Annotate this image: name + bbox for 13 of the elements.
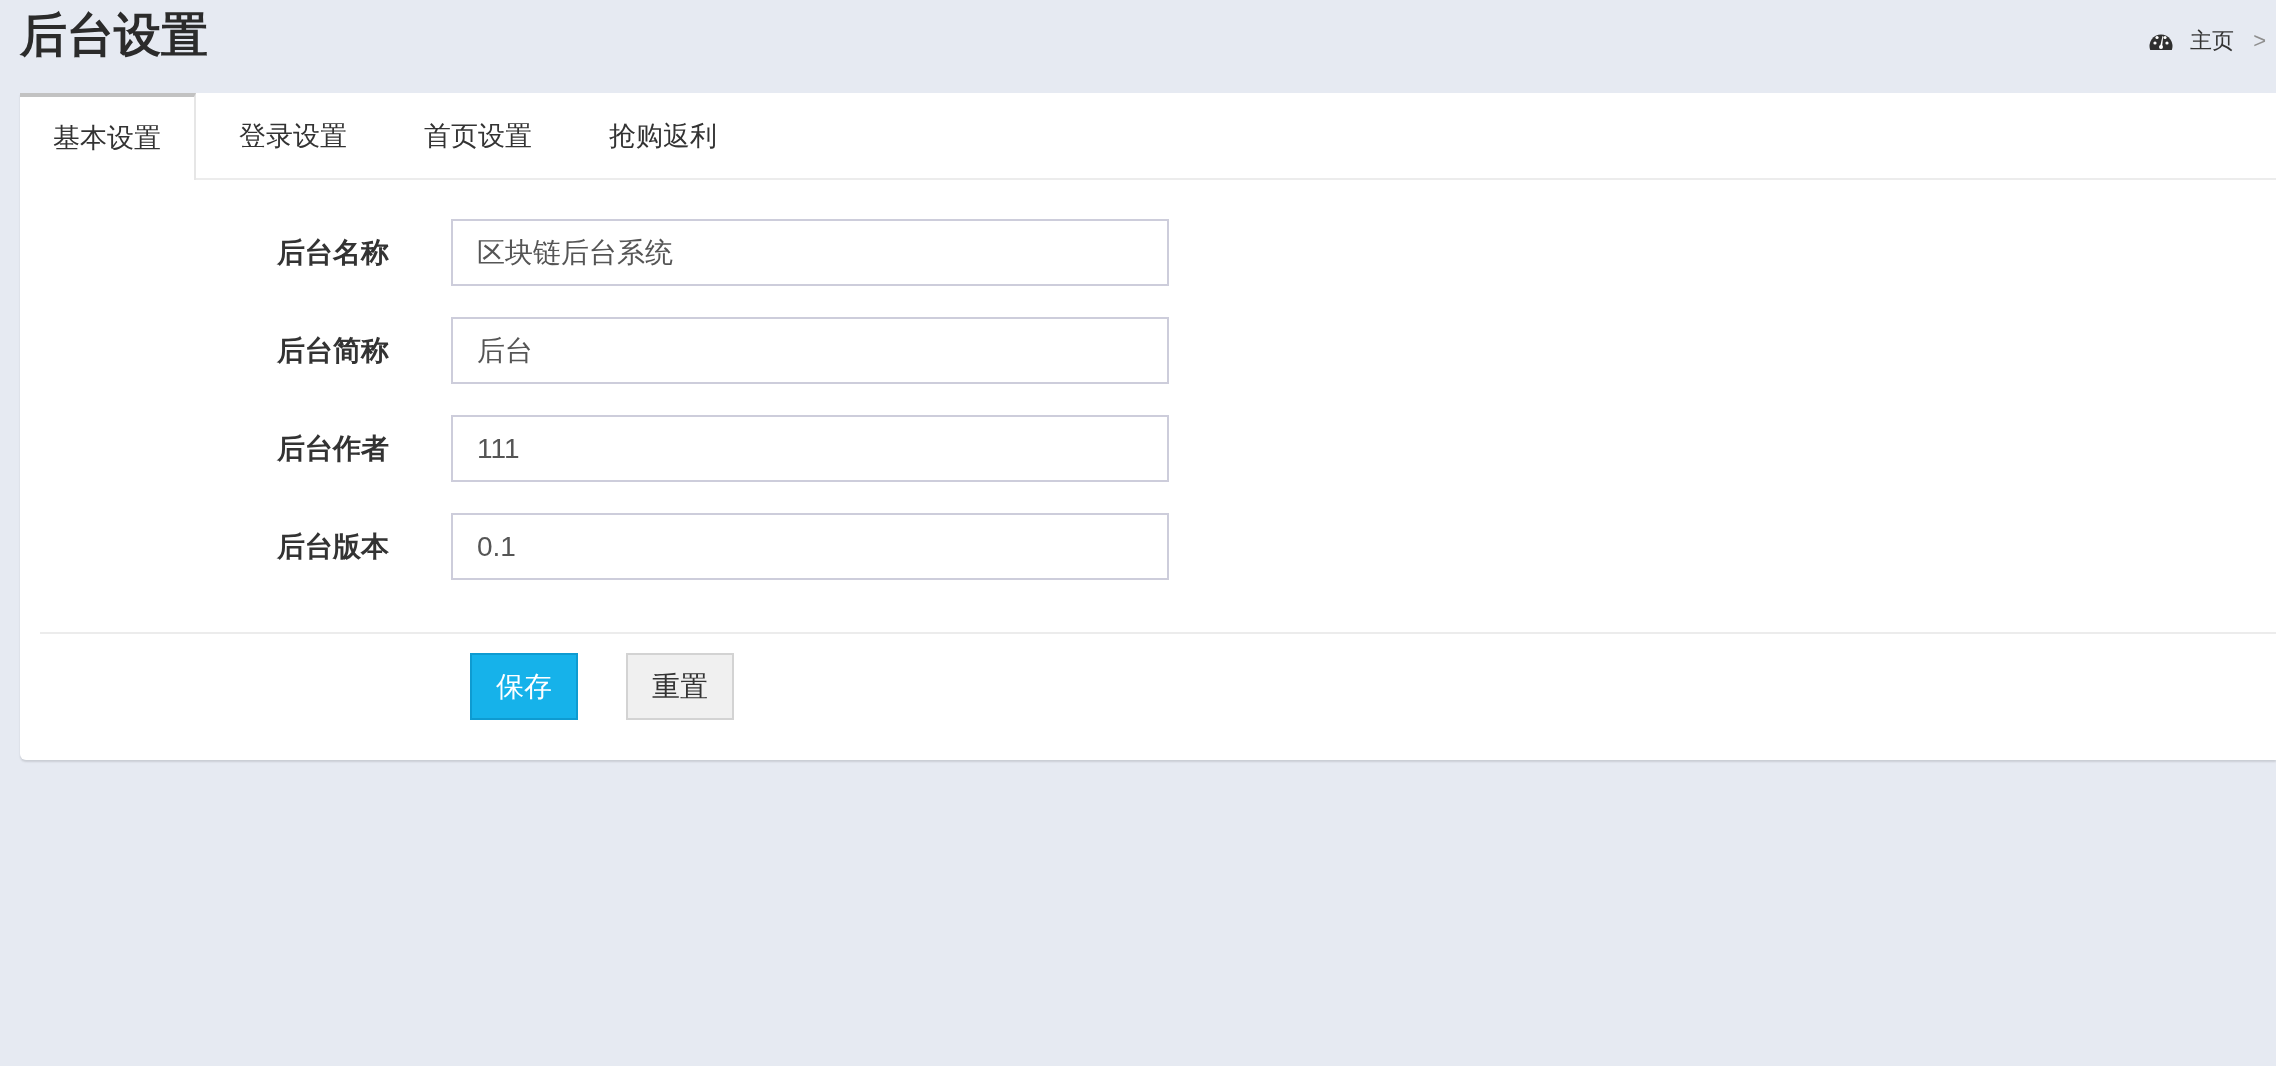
input-field[interactable]: 后台: [451, 317, 1169, 384]
reset-button[interactable]: 重置: [626, 653, 734, 720]
page-title: 后台设置: [20, 7, 208, 63]
field-label: 后台作者: [276, 431, 389, 466]
field-label: 后台版本: [276, 529, 389, 564]
input-field[interactable]: 111: [451, 415, 1169, 482]
breadcrumb-separator: >: [2253, 27, 2266, 55]
field-label: 后台简称: [276, 333, 389, 368]
input-field[interactable]: 区块链后台系统: [451, 219, 1169, 286]
home-link[interactable]: 主页: [2190, 27, 2235, 55]
tab[interactable]: 基本设置: [20, 93, 196, 180]
field-label: 后台名称: [276, 235, 389, 270]
input-field[interactable]: 0.1: [451, 513, 1169, 580]
